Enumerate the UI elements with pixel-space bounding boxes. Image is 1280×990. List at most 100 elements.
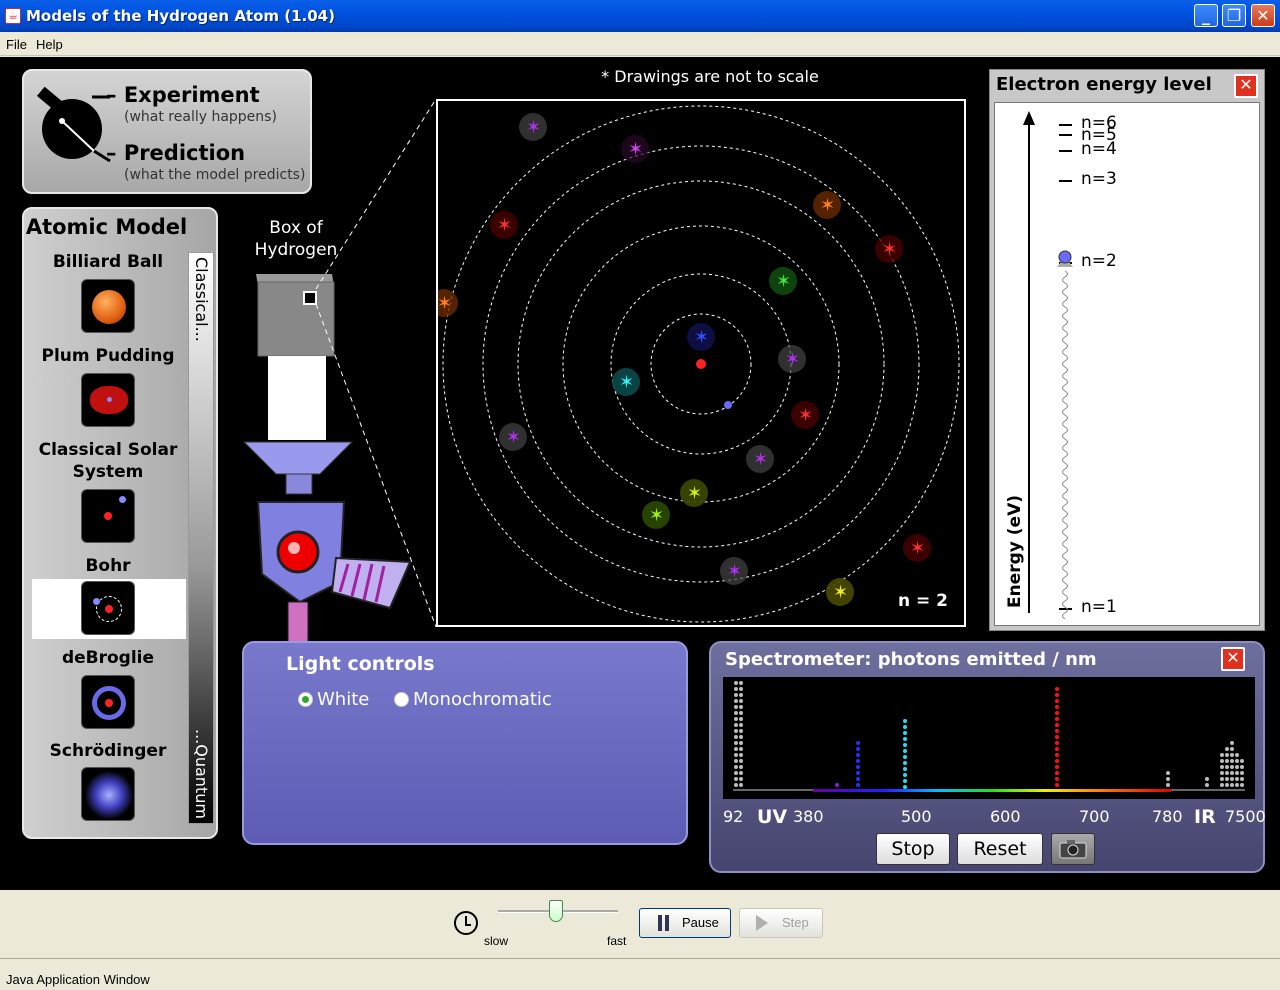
- tick-380: 380: [793, 807, 824, 826]
- clock-icon: [454, 911, 478, 935]
- svg-text:✶: ✶: [438, 293, 452, 314]
- svg-text:✶: ✶: [687, 483, 702, 504]
- reset-button[interactable]: Reset: [957, 833, 1043, 865]
- bohr-icon[interactable]: [81, 581, 135, 635]
- level-n4: n=4: [1081, 139, 1117, 159]
- not-to-scale-note: * Drawings are not to scale: [601, 67, 819, 86]
- proton-nucleus: [696, 359, 706, 369]
- atom-view: ✶ ✶ ✶ ✶ ✶ ✶ ✶ ✶ ✶ ✶ ✶ ✶ ✶ ✶ ✶ ✶ ✶ ✶ n = …: [430, 99, 966, 627]
- pause-button[interactable]: Pause: [639, 908, 731, 938]
- monochromatic-radio[interactable]: Monochromatic: [394, 689, 552, 710]
- photons: ✶ ✶ ✶ ✶ ✶ ✶ ✶ ✶ ✶ ✶ ✶ ✶ ✶ ✶ ✶ ✶ ✶ ✶: [430, 113, 931, 606]
- energy-panel-close-icon[interactable]: ✕: [1234, 74, 1258, 98]
- spectrometer-panel: Spectrometer: photons emitted / nm ✕ 92 …: [709, 641, 1266, 873]
- simulation-controls: slow fast Pause Step: [0, 890, 1280, 958]
- experiment-label: – Experiment: [106, 83, 260, 107]
- cyan-line: [903, 719, 907, 789]
- tick-7500: 7500: [1225, 807, 1266, 826]
- svg-text:✶: ✶: [497, 215, 512, 236]
- svg-text:✶: ✶: [526, 117, 541, 138]
- light-controls-title: Light controls: [286, 653, 435, 675]
- schrodinger-icon[interactable]: [81, 767, 135, 821]
- atomic-model-heading: Atomic Model: [25, 215, 188, 239]
- spectrometer-title: Spectrometer: photons emitted / nm: [725, 649, 1097, 670]
- tick-ir: IR: [1194, 806, 1216, 828]
- menu-bar: File Help: [0, 32, 1280, 56]
- tick-uv: UV: [757, 806, 788, 828]
- blue-line: [856, 741, 860, 787]
- window-title: Models of the Hydrogen Atom (1.04): [26, 7, 335, 25]
- svg-text:✶: ✶: [882, 239, 897, 260]
- white-light-radio[interactable]: White: [298, 689, 369, 710]
- billiard-ball-icon[interactable]: [81, 279, 135, 333]
- prediction-sub: (what the model predicts): [124, 167, 306, 183]
- step-icon: [756, 915, 768, 931]
- minimize-button[interactable]: _: [1194, 4, 1218, 27]
- radio-selected-icon[interactable]: [298, 692, 313, 707]
- simulation-canvas: – Experiment (what really happens) – Pre…: [0, 57, 1280, 890]
- stop-button[interactable]: Stop: [876, 833, 950, 865]
- tick-700: 700: [1079, 807, 1110, 826]
- speed-slider-thumb[interactable]: [548, 900, 563, 922]
- status-text: Java Application Window: [6, 972, 150, 987]
- tick-92: 92: [723, 807, 744, 826]
- svg-text:✶: ✶: [694, 327, 709, 348]
- zoom-lines: [315, 99, 437, 628]
- energy-level-panel: Electron energy level ✕ n=6 n=5 n=4 n=3 …: [989, 69, 1265, 631]
- pause-icon: [658, 915, 662, 931]
- tick-600: 600: [990, 807, 1021, 826]
- slow-label: slow: [484, 934, 509, 948]
- level-n2: n=2: [1081, 251, 1117, 271]
- level-n3: n=3: [1081, 169, 1117, 189]
- level-n1: n=1: [1081, 597, 1117, 617]
- transition-squiggle: [1062, 270, 1068, 620]
- energy-panel-title: Electron energy level: [996, 74, 1212, 95]
- camera-icon: [1059, 840, 1087, 859]
- maximize-button[interactable]: ❐: [1222, 4, 1246, 27]
- svg-text:✶: ✶: [776, 271, 791, 292]
- tick-780: 780: [1152, 807, 1183, 826]
- close-button[interactable]: ✕: [1251, 4, 1275, 27]
- ir-dots: [1166, 741, 1244, 787]
- svg-text:✶: ✶: [798, 405, 813, 426]
- svg-text:✶: ✶: [727, 561, 742, 582]
- camera-button[interactable]: [1051, 833, 1095, 865]
- title-bar: ☕ Models of the Hydrogen Atom (1.04) _ ❐…: [0, 0, 1280, 32]
- electron-marker: [1058, 250, 1072, 264]
- red-line: [1055, 687, 1059, 787]
- uv-dots: [734, 681, 743, 787]
- classical-quantum-scale: Classical... ...Quantum: [188, 252, 214, 824]
- prediction-label: – Prediction: [106, 141, 246, 165]
- current-state-label: n = 2: [897, 591, 948, 611]
- svg-text:✶: ✶: [820, 195, 835, 216]
- energy-diagram: n=6 n=5 n=4 n=3 n=2 n=1 Energy (eV): [994, 102, 1260, 626]
- energy-axis-label: Energy (eV): [1005, 495, 1025, 609]
- solar-system-icon[interactable]: [81, 489, 135, 543]
- experiment-sub: (what really happens): [124, 109, 277, 125]
- spectrum-graph: [733, 681, 1245, 792]
- light-controls-panel: Light controls White Monochromatic: [242, 641, 688, 845]
- energy-axis: [1023, 111, 1073, 620]
- plum-pudding-icon[interactable]: [81, 373, 135, 427]
- status-bar: Java Application Window: [0, 958, 1280, 990]
- debroglie-icon[interactable]: [81, 675, 135, 729]
- violet-line: [835, 783, 839, 787]
- menu-file[interactable]: File: [6, 37, 27, 52]
- tick-500: 500: [901, 807, 932, 826]
- svg-text:✶: ✶: [649, 505, 664, 526]
- menu-help[interactable]: Help: [36, 37, 63, 52]
- svg-text:✶: ✶: [833, 582, 848, 603]
- spectrometer-close-icon[interactable]: ✕: [1221, 647, 1245, 671]
- svg-text:✶: ✶: [628, 139, 643, 160]
- svg-text:✶: ✶: [785, 349, 800, 370]
- svg-text:✶: ✶: [506, 427, 521, 448]
- step-button[interactable]: Step: [739, 908, 823, 938]
- electron: [724, 401, 732, 409]
- experiment-prediction-legend: – Experiment (what really happens) – Pre…: [22, 69, 312, 194]
- radio-unselected-icon[interactable]: [394, 692, 409, 707]
- bohr-orbits: ✶ ✶ ✶ ✶ ✶ ✶ ✶ ✶ ✶ ✶ ✶ ✶ ✶ ✶ ✶ ✶ ✶ ✶: [430, 105, 960, 623]
- java-icon: ☕: [5, 8, 21, 24]
- svg-text:✶: ✶: [910, 538, 925, 559]
- spectrometer-plot: [723, 677, 1255, 799]
- atomic-model-panel: Atomic Model Billiard Ball Plum Pudding …: [22, 207, 218, 839]
